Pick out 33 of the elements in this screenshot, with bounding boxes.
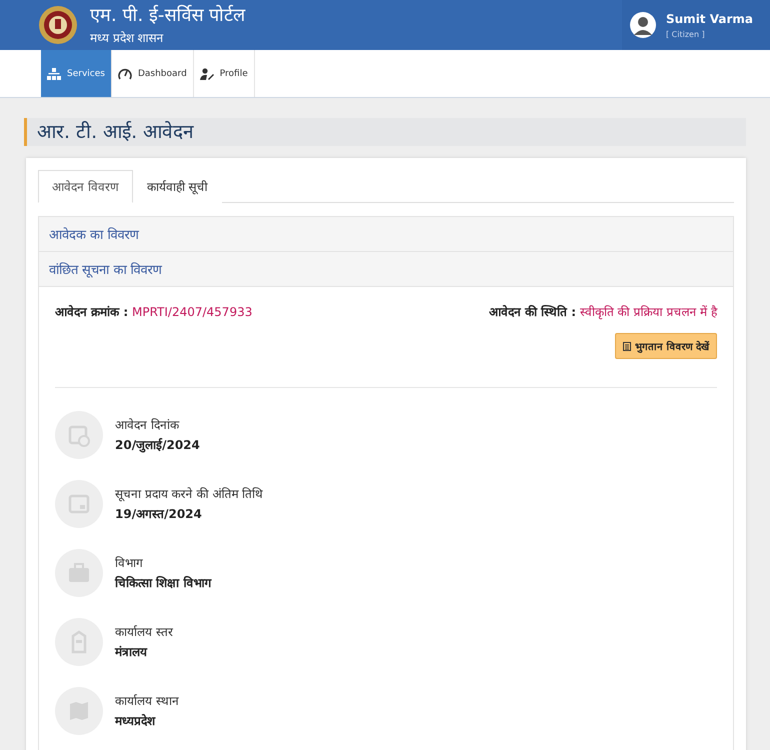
section-header[interactable]: वांछित सूचना का विवरण — [38, 251, 734, 286]
tab[interactable]: आवेदन विवरण — [38, 170, 133, 203]
list-icon — [623, 342, 632, 350]
page-title: आर. टी. आई. आवेदन — [37, 120, 196, 144]
gauge-icon — [118, 68, 132, 80]
detail-label: कार्यालय स्तर — [115, 624, 173, 640]
detail-label: विभाग — [115, 555, 144, 571]
detail-label: आवेदन दिनांक — [115, 417, 180, 433]
nav-tab[interactable]: Services — [41, 50, 112, 97]
detail-label: कार्यालय स्थान — [115, 693, 179, 709]
calendar-clock-icon — [55, 410, 103, 458]
detail-value: 19/अगस्त/2024 — [115, 506, 203, 522]
avatar-icon — [630, 12, 656, 38]
user-role: [ Citizen ] — [666, 30, 706, 38]
detail-value: मंत्रालय — [115, 644, 148, 660]
application-status: आवेदन की स्थिति : स्वीकृति की प्रक्रिया प्रचलन में है — [488, 304, 717, 320]
sitemap-icon — [47, 68, 61, 80]
portal-subtitle: मध्य प्रदेश शासन — [90, 30, 165, 46]
emblem-logo — [38, 5, 78, 45]
briefcase-icon — [55, 548, 103, 596]
portal-title: एम. पी. ई-सर्विस पोर्टल — [90, 4, 246, 26]
detail-value: 20/जुलाई/2024 — [115, 437, 200, 453]
calendar-icon — [55, 480, 103, 528]
building-icon — [55, 618, 103, 666]
payment-details-button[interactable]: भुगतान विवरण देखें — [615, 333, 717, 359]
section-header[interactable]: आवेदक का विवरण — [38, 216, 734, 251]
application-number: आवेदन क्रमांक : MPRTI/2407/457933 — [55, 304, 252, 320]
map-icon — [55, 686, 103, 734]
detail-value: चिकित्सा शिक्षा विभाग — [115, 575, 212, 591]
detail-label: सूचना प्रदाय करने की अंतिम तिथि — [115, 486, 264, 502]
user-edit-icon — [200, 68, 214, 80]
detail-value: मध्यप्रदेश — [115, 713, 156, 729]
user-name: Sumit Varma — [666, 12, 753, 26]
